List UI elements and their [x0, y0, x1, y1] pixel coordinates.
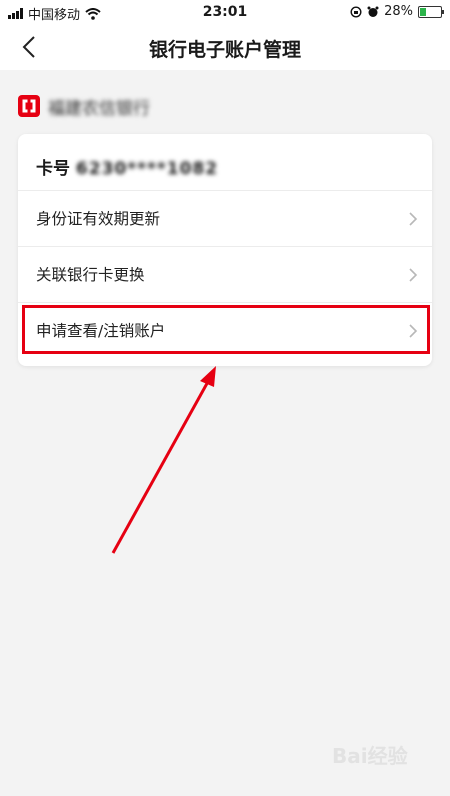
page-title: 银行电子账户管理: [148, 39, 301, 61]
status-right: 28%: [350, 4, 444, 19]
rotation-lock-icon: [350, 5, 362, 18]
chevron-right-icon: [409, 212, 418, 226]
bank-logo-icon: [18, 95, 40, 117]
card-number-value: 6230****1082: [75, 159, 219, 179]
menu-item-label: 申请查看/注销账户: [36, 322, 166, 340]
bank-name: 福建农信银行: [48, 94, 150, 119]
menu-item-linked-card-change[interactable]: 关联银行卡更换: [18, 246, 432, 302]
card-number: 卡号 6230****1082: [36, 154, 219, 179]
menu-item-label: 关联银行卡更换: [36, 266, 145, 284]
chevron-right-icon: [409, 268, 418, 282]
menu-item-id-update[interactable]: 身份证有效期更新: [18, 190, 432, 246]
status-bar: 中国移动 23:01 28%: [0, 0, 450, 24]
chevron-right-icon: [409, 324, 418, 338]
battery-percent: 28%: [384, 4, 413, 19]
battery-icon: [418, 5, 444, 18]
menu-item-label: 身份证有效期更新: [36, 210, 161, 228]
menu-item-view-cancel-account[interactable]: 申请查看/注销账户: [18, 302, 432, 358]
bank-header: 福建农信银行: [18, 92, 150, 120]
watermark: Bai经验: [332, 744, 408, 768]
card-number-label: 卡号: [36, 159, 70, 179]
alarm-icon: [367, 6, 379, 17]
account-card: 卡号 6230****1082 身份证有效期更新 关联银行卡更换 申请查看/注销…: [18, 134, 432, 366]
navigation-bar: 银行电子账户管理: [0, 24, 450, 70]
